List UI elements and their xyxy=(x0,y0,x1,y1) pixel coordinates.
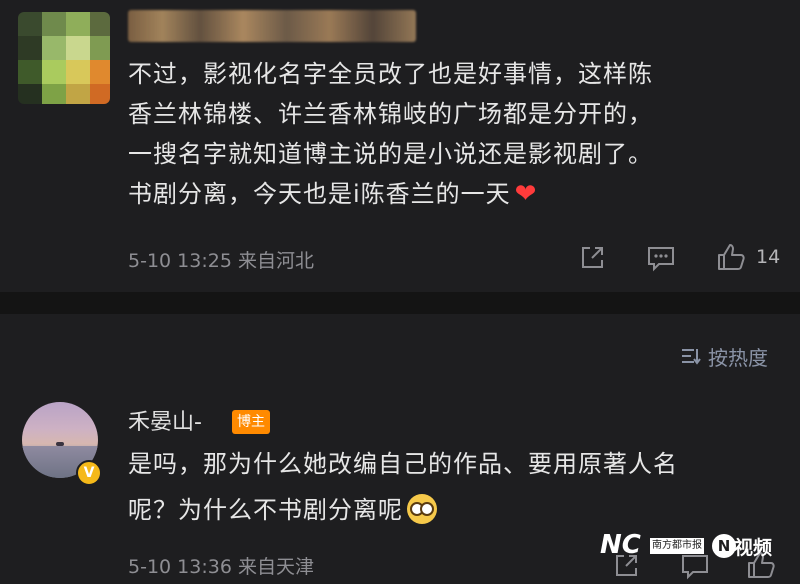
comment-1-line-4-text: 书剧分离，今天也是i陈香兰的一天 xyxy=(128,180,511,208)
comment-2-line-2: 呢？为什么不书剧分离呢 xyxy=(128,490,437,530)
video-label: 视频 xyxy=(734,537,773,559)
comment-icon[interactable] xyxy=(680,552,710,580)
author-name[interactable]: 禾晏山- xyxy=(128,404,202,436)
like-count: 14 xyxy=(756,246,781,268)
nc-logo: NC xyxy=(600,530,641,560)
sort-label: 按热度 xyxy=(708,346,768,370)
comment-1-line-1: 不过，影视化名字全员改了也是好事情，这样陈 xyxy=(128,60,653,88)
n-video-logo-icon: N xyxy=(712,534,736,558)
comment-icon[interactable] xyxy=(646,244,676,272)
comment-2-line-2-text: 呢？为什么不书剧分离呢 xyxy=(128,496,403,524)
comment-2-line-1: 是吗，那为什么她改编自己的作品、要用原著人名 xyxy=(128,450,678,478)
newspaper-logo: 南方都市报 xyxy=(650,538,704,554)
sort-icon xyxy=(682,349,701,365)
heart-icon: ❤ xyxy=(514,179,538,209)
like-icon[interactable] xyxy=(716,242,746,272)
sort-by-hot-button[interactable]: 按热度 xyxy=(680,342,768,371)
comment-1-meta: 5-10 13:25 来自河北 xyxy=(128,250,314,272)
blurred-username[interactable] xyxy=(128,10,416,42)
blurred-avatar[interactable] xyxy=(18,12,110,104)
comment-1-line-2: 香兰林锦楼、许兰香林锦岐的广场都是分开的， xyxy=(128,100,653,128)
avatar-boat xyxy=(56,442,64,446)
host-badge: 博主 xyxy=(232,410,270,434)
comment-1-line-4: 书剧分离，今天也是i陈香兰的一天 ❤ xyxy=(128,174,537,214)
verified-badge: V xyxy=(76,460,102,486)
share-icon[interactable] xyxy=(578,244,606,272)
glasses-face-emoji xyxy=(407,494,437,524)
comment-2-meta: 5-10 13:36 来自天津 xyxy=(128,556,314,578)
comment-1-line-3: 一搜名字就知道博主说的是小说还是影视剧了。 xyxy=(128,140,653,168)
divider xyxy=(0,292,800,314)
